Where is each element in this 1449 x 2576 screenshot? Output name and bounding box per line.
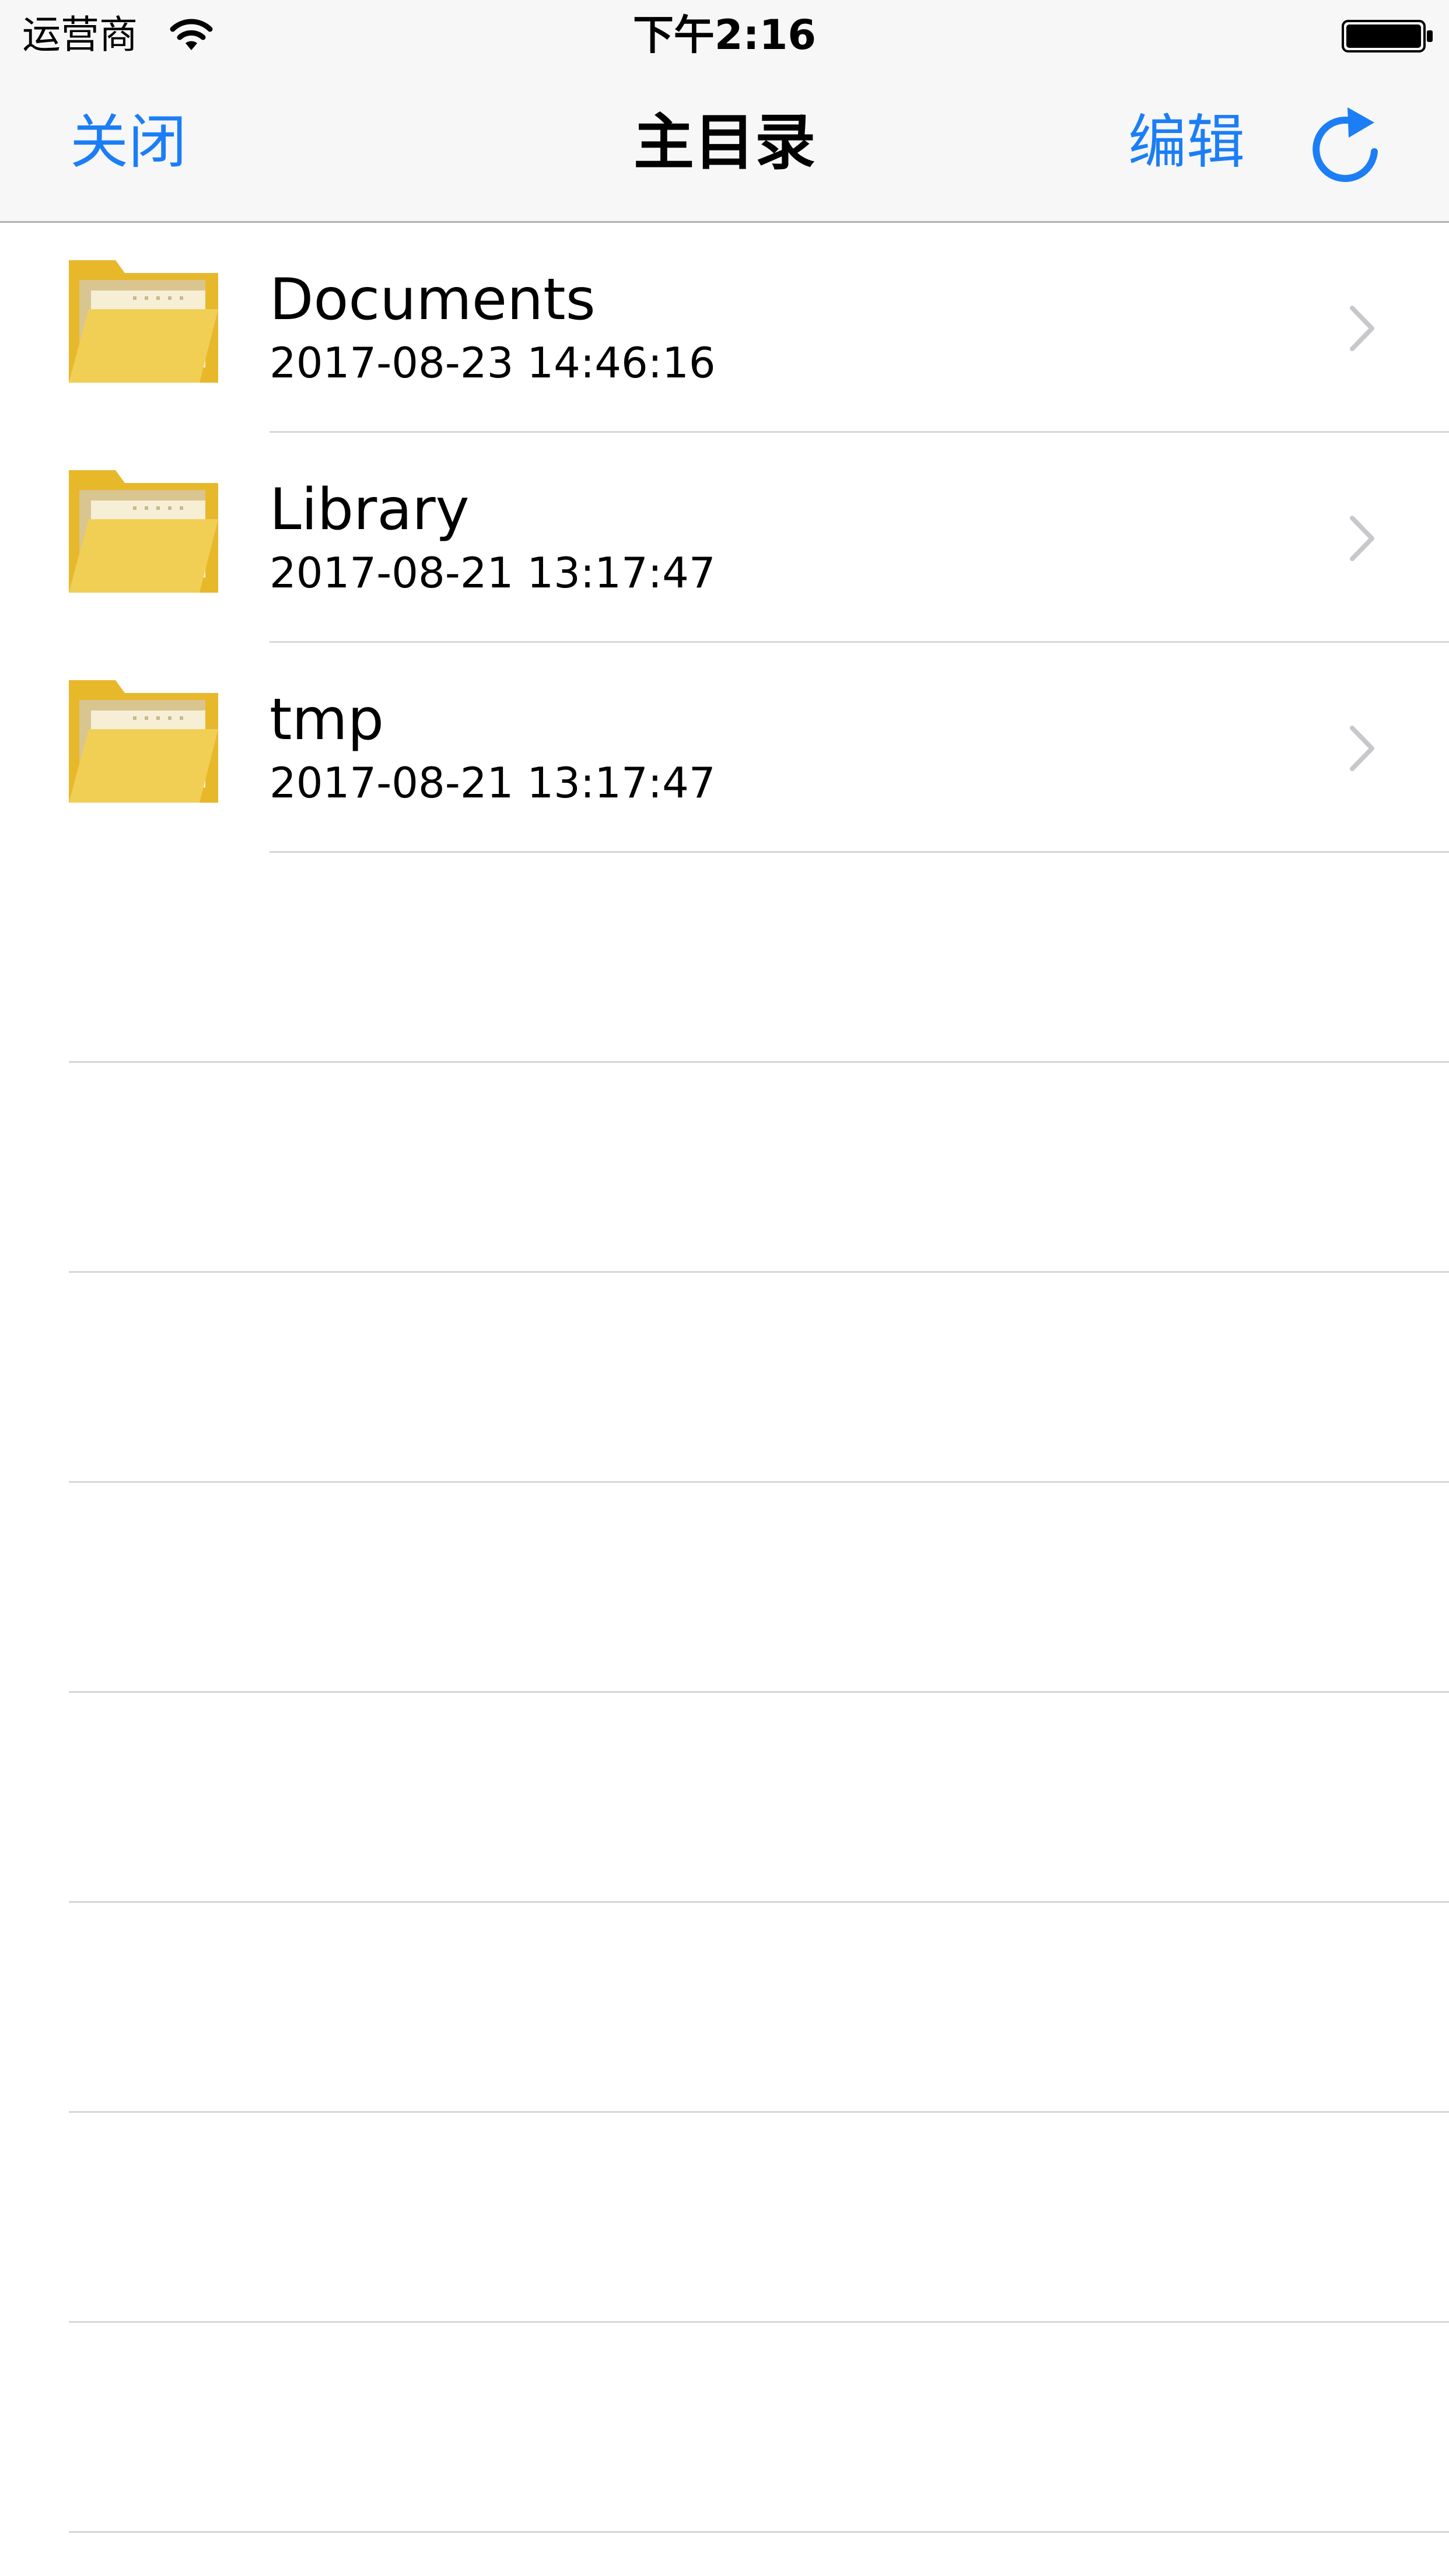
empty-row bbox=[0, 1693, 1449, 1903]
file-list: Documents 2017-08-23 14:46:16 Library 20 bbox=[0, 223, 1449, 2533]
empty-row bbox=[0, 2323, 1449, 2533]
navigation-bar: 关闭 主目录 编辑 bbox=[0, 70, 1449, 223]
empty-row bbox=[0, 1273, 1449, 1483]
status-bar: 运营商 下午2:16 bbox=[0, 0, 1449, 70]
row-divider bbox=[69, 2531, 1449, 2533]
file-browser-screen: 运营商 下午2:16 关闭 主目录 编辑 Documents 2017-08-2… bbox=[0, 0, 1449, 2576]
file-date: 2017-08-21 13:17:47 bbox=[270, 548, 716, 597]
status-time: 下午2:16 bbox=[632, 11, 817, 59]
battery-full-icon bbox=[1342, 20, 1433, 52]
list-item-tmp[interactable]: tmp 2017-08-21 13:17:47 bbox=[0, 643, 1449, 853]
chevron-right-icon bbox=[1350, 726, 1374, 771]
file-name: Documents bbox=[270, 267, 596, 333]
file-date: 2017-08-23 14:46:16 bbox=[270, 338, 716, 387]
refresh-icon[interactable] bbox=[1306, 103, 1387, 190]
empty-row bbox=[0, 853, 1449, 1063]
empty-row bbox=[0, 1063, 1449, 1273]
folder-icon bbox=[69, 680, 218, 803]
edit-button[interactable]: 编辑 bbox=[1128, 103, 1245, 182]
folder-icon bbox=[69, 260, 218, 383]
file-date: 2017-08-21 13:17:47 bbox=[270, 758, 716, 807]
file-name: Library bbox=[270, 477, 470, 543]
empty-row bbox=[0, 1903, 1449, 2113]
folder-icon bbox=[69, 470, 218, 593]
list-item-library[interactable]: Library 2017-08-21 13:17:47 bbox=[0, 433, 1449, 643]
list-item-documents[interactable]: Documents 2017-08-23 14:46:16 bbox=[0, 223, 1449, 433]
empty-row bbox=[0, 1483, 1449, 1693]
chevron-right-icon bbox=[1350, 306, 1374, 351]
file-name: tmp bbox=[270, 687, 384, 753]
empty-list-area bbox=[0, 853, 1449, 2533]
chevron-right-icon bbox=[1350, 516, 1374, 561]
empty-row bbox=[0, 2113, 1449, 2323]
